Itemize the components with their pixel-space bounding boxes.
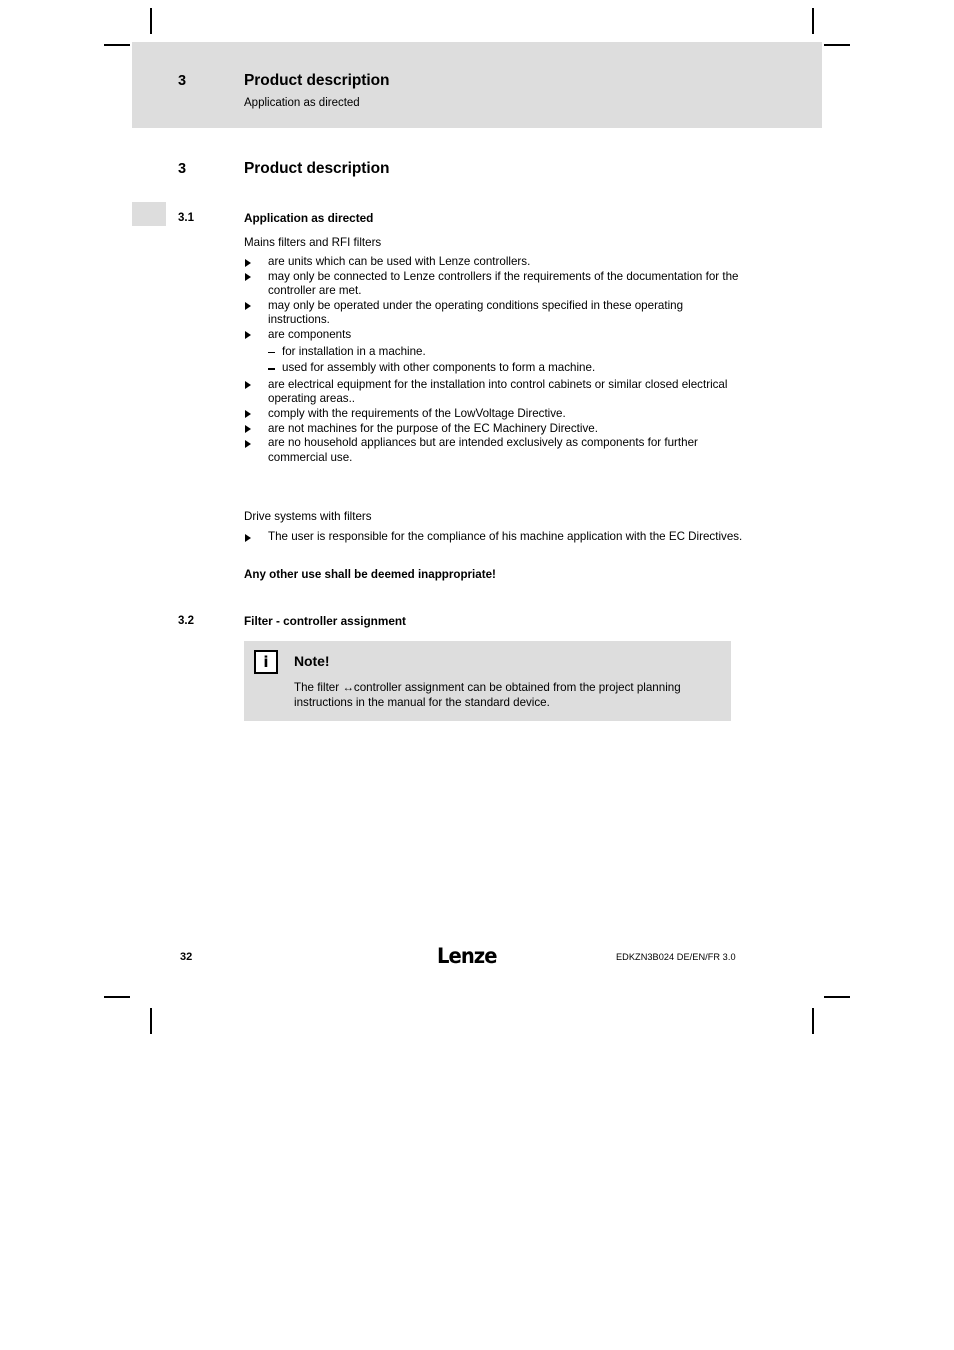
sub-list-item-text: for installation in a machine. bbox=[282, 344, 426, 358]
lenze-logo: Lenze bbox=[437, 944, 497, 968]
application-bullet-list: are units which can be used with Lenze c… bbox=[244, 255, 744, 465]
chapter-number: 3 bbox=[178, 161, 187, 177]
list-item-text: comply with the requirements of the LowV… bbox=[268, 406, 566, 420]
triangle-bullet-icon bbox=[245, 302, 251, 311]
running-header-band bbox=[132, 42, 822, 128]
components-sub-list: for installation in a machine. used for … bbox=[268, 345, 744, 376]
section-3-1-number: 3.1 bbox=[178, 212, 194, 224]
section-thumb-index-tab bbox=[132, 202, 166, 226]
info-icon: i bbox=[254, 650, 278, 674]
list-item: are units which can be used with Lenze c… bbox=[244, 255, 744, 270]
crop-mark-top-right-horizontal bbox=[824, 44, 850, 46]
crop-mark-top-right-vertical bbox=[812, 8, 814, 34]
note-body-text: The filter ↔controller assignment can be… bbox=[294, 681, 681, 709]
list-item-text: may only be operated under the operating… bbox=[268, 298, 684, 327]
triangle-bullet-icon bbox=[245, 258, 251, 267]
triangle-bullet-icon bbox=[245, 273, 251, 282]
dash-bullet-icon bbox=[268, 368, 275, 370]
triangle-bullet-icon bbox=[245, 439, 251, 448]
list-item: The user is responsible for the complian… bbox=[244, 530, 744, 545]
list-item-text: The user is responsible for the complian… bbox=[268, 530, 743, 543]
drive-systems-bullet-list: The user is responsible for the complian… bbox=[244, 530, 744, 545]
list-item-text: are units which can be used with Lenze c… bbox=[268, 255, 531, 268]
document-code: EDKZN3B024 DE/EN/FR 3.0 bbox=[616, 952, 736, 962]
list-item: comply with the requirements of the LowV… bbox=[244, 407, 744, 422]
list-item: may only be connected to Lenze controlle… bbox=[244, 270, 744, 299]
triangle-bullet-icon bbox=[245, 425, 251, 434]
sub-list-item-text: used for assembly with other components … bbox=[282, 361, 596, 375]
list-item-text: are electrical equipment for the install… bbox=[268, 377, 728, 406]
triangle-bullet-icon bbox=[245, 410, 251, 419]
list-item-text: are no household appliances but are inte… bbox=[268, 436, 698, 464]
list-item: may only be operated under the operating… bbox=[244, 299, 744, 328]
list-item: are electrical equipment for the install… bbox=[244, 378, 744, 407]
sub-list-item: used for assembly with other components … bbox=[268, 361, 744, 376]
page-title: Product description bbox=[244, 160, 390, 177]
crop-mark-bottom-right-vertical bbox=[812, 1008, 814, 1034]
note-title: Note! bbox=[294, 653, 330, 669]
note-callout-box: i Note! The filter ↔controller assignmen… bbox=[244, 641, 731, 721]
running-header-title: Product description bbox=[244, 72, 390, 89]
crop-mark-top-left-vertical bbox=[150, 8, 152, 34]
crop-mark-bottom-left-horizontal bbox=[104, 996, 130, 998]
info-icon-glyph: i bbox=[263, 652, 269, 671]
running-header-chapter-number: 3 bbox=[178, 73, 187, 89]
crop-mark-bottom-left-vertical bbox=[150, 1008, 152, 1034]
section-3-1-title: Application as directed bbox=[244, 211, 374, 225]
running-header-subtitle: Application as directed bbox=[244, 97, 360, 109]
section-3-1-lead-text: Mains filters and RFI filters bbox=[244, 236, 382, 249]
triangle-bullet-icon bbox=[245, 331, 251, 340]
sub-list-item: for installation in a machine. bbox=[268, 345, 744, 360]
dash-bullet-icon bbox=[268, 351, 275, 353]
section-3-2-number: 3.2 bbox=[178, 615, 194, 627]
list-item-text: may only be connected to Lenze controlle… bbox=[268, 269, 739, 298]
drive-systems-lead-text: Drive systems with filters bbox=[244, 510, 372, 523]
list-item-text: are components bbox=[268, 327, 352, 341]
section-3-2-title: Filter - controller assignment bbox=[244, 614, 406, 628]
list-item: are components for installation in a mac… bbox=[244, 328, 744, 376]
triangle-bullet-icon bbox=[245, 533, 251, 542]
list-item: are not machines for the purpose of the … bbox=[244, 422, 744, 437]
crop-mark-top-left-horizontal bbox=[104, 44, 130, 46]
triangle-bullet-icon bbox=[245, 381, 251, 390]
closing-statement: Any other use shall be deemed inappropri… bbox=[244, 568, 496, 581]
page-number: 32 bbox=[180, 951, 193, 963]
list-item: are no household appliances but are inte… bbox=[244, 436, 744, 465]
list-item-text: are not machines for the purpose of the … bbox=[268, 421, 598, 435]
crop-mark-bottom-right-horizontal bbox=[824, 996, 850, 998]
